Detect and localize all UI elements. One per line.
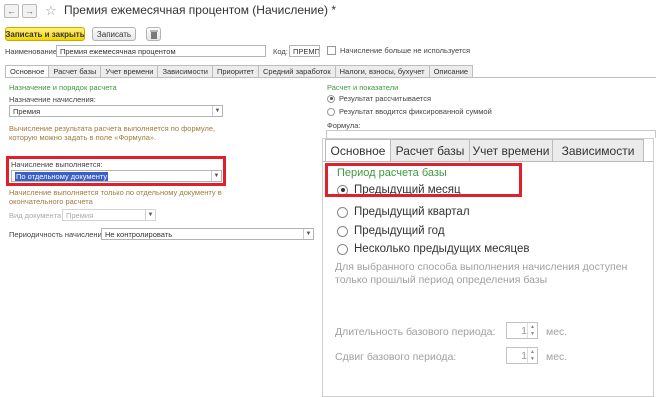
shift-unit: мес. [546, 351, 568, 363]
stepper-arrows-icon: ▲ ▼ [527, 348, 537, 363]
radio-fixed[interactable]: Результат вводится фиксированной суммой [327, 107, 492, 116]
tab-description[interactable]: Описание [428, 65, 474, 77]
radio-calculated[interactable]: Результат рассчитывается [327, 94, 431, 103]
tab-average-earnings[interactable]: Средний заработок [258, 65, 336, 77]
formula-field[interactable] [326, 130, 656, 138]
unused-label: Начисление больше не используется [340, 46, 471, 55]
zoom-tab-time-accounting[interactable]: Учет времени [469, 139, 553, 161]
zoom-tab-dependencies[interactable]: Зависимости [552, 139, 644, 161]
formula-label: Формула: [327, 121, 361, 130]
radio-calculated-circle[interactable] [327, 94, 335, 103]
forward-button[interactable]: → [22, 4, 37, 18]
option-several-months[interactable]: Несколько предыдущих месяцев [337, 243, 529, 255]
arrow-right-icon: → [25, 6, 34, 16]
purpose-section-title: Назначение и порядок расчета [9, 83, 117, 92]
radio-fixed-circle[interactable] [327, 107, 335, 116]
periodicity-select[interactable]: Не контролировать ▼ [101, 228, 314, 240]
chevron-down-icon[interactable]: ▼ [303, 229, 313, 239]
chevron-down-icon[interactable]: ▼ [212, 106, 222, 116]
option-prev-year[interactable]: Предыдущий год [337, 225, 445, 237]
option-several-months-radio[interactable] [337, 243, 348, 255]
option-several-months-label: Несколько предыдущих месяцев [354, 243, 530, 255]
stepper-arrows-icon: ▲ ▼ [527, 323, 537, 338]
option-prev-quarter-radio[interactable] [337, 206, 348, 218]
duration-label: Длительность базового периода: [335, 326, 496, 338]
unused-checkbox-row[interactable]: Начисление больше не используется [327, 46, 470, 55]
doc-type-label: Вид документа: [9, 211, 64, 220]
shift-label: Сдвиг базового периода: [335, 351, 457, 363]
unused-checkbox[interactable] [327, 46, 336, 55]
code-label: Код: [273, 47, 288, 56]
star-icon[interactable]: ☆ [45, 3, 57, 19]
calc-section-title: Расчет и показатели [327, 83, 399, 92]
delete-button[interactable] [146, 27, 161, 41]
option-prev-quarter[interactable]: Предыдущий квартал [337, 206, 470, 218]
purpose-select[interactable]: Премия ▼ [9, 105, 223, 117]
highlight-frame-performed [6, 156, 226, 186]
option-prev-year-radio[interactable] [337, 225, 348, 237]
tab-base-calc[interactable]: Расчет базы [48, 65, 102, 77]
tab-time-accounting[interactable]: Учет времени [100, 65, 159, 77]
chevron-down-icon: ▼ [145, 210, 155, 220]
zoom-tab-base-calc[interactable]: Расчет базы [390, 139, 470, 161]
highlight-frame-period [325, 163, 522, 197]
code-field[interactable]: ПРЕМП [289, 45, 320, 57]
doc-type-select: Премия ▼ [62, 209, 156, 221]
tab-dependencies[interactable]: Зависимости [157, 65, 213, 77]
duration-value: 1 [521, 325, 527, 337]
duration-stepper: 1 ▲ ▼ [506, 322, 538, 339]
periodicity-value: Не контролировать [105, 230, 173, 239]
tabs-divider [5, 77, 656, 78]
shift-stepper: 1 ▲ ▼ [506, 347, 538, 364]
window-title: Премия ежемесячная процентом (Начисление… [64, 3, 337, 17]
option-prev-year-label: Предыдущий год [354, 225, 445, 237]
arrow-left-icon: ← [7, 6, 16, 16]
period-note: Для выбранного способа выполнения начисл… [335, 261, 628, 286]
radio-fixed-label: Результат вводится фиксированной суммой [339, 107, 492, 116]
back-button[interactable]: ← [4, 4, 19, 18]
periodicity-label: Периодичность начисления: [9, 230, 108, 239]
duration-unit: мес. [546, 326, 568, 338]
save-and-close-button[interactable]: Записать и закрыть [5, 27, 85, 41]
shift-value: 1 [521, 350, 527, 362]
purpose-value: Премия [13, 107, 41, 116]
zoom-tab-main[interactable]: Основное [325, 139, 391, 162]
doc-type-value: Премия [66, 211, 94, 220]
save-button[interactable]: Записать [92, 27, 136, 41]
trash-icon [149, 30, 158, 39]
performed-hint: Начисление выполняется только по отдельн… [9, 188, 222, 206]
option-prev-quarter-label: Предыдущий квартал [354, 206, 470, 218]
name-label: Наименование: [5, 47, 60, 56]
purpose-label: Назначение начисления: [9, 95, 96, 104]
tab-taxes[interactable]: Налоги, взносы, бухучет [334, 65, 430, 77]
radio-calculated-label: Результат рассчитывается [339, 94, 432, 103]
purpose-hint: Вычисление результата расчета выполняетс… [9, 124, 216, 142]
tab-priority[interactable]: Приоритет [212, 65, 259, 77]
name-field[interactable]: Премия ежемесячная процентом [56, 45, 266, 57]
zoom-tabs-divider [323, 161, 653, 162]
